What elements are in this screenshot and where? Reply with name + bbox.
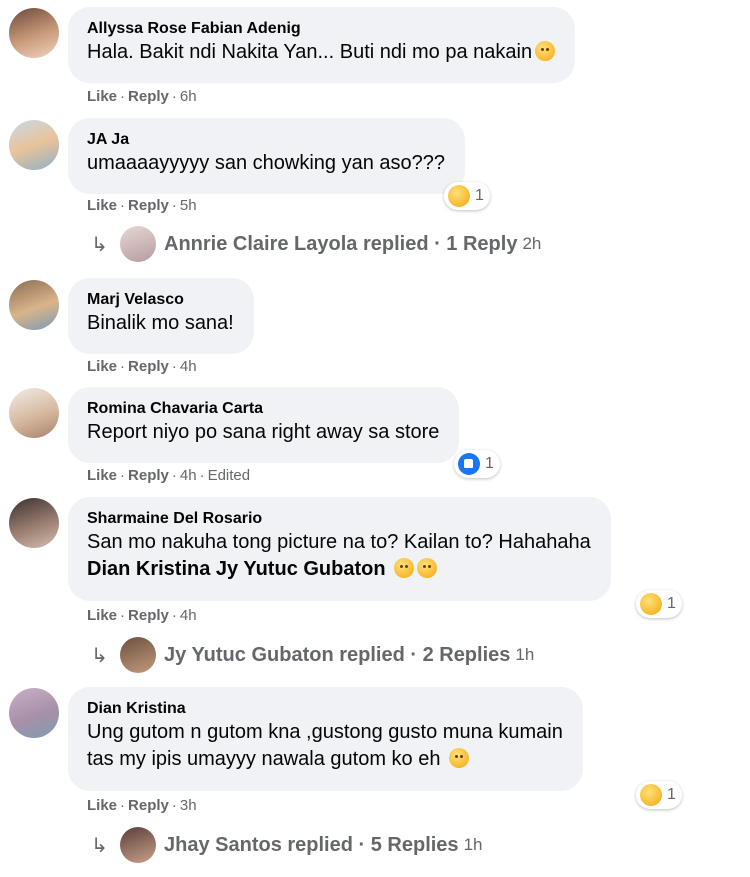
- comment-text: Report niyo po sana right away sa store: [87, 421, 440, 443]
- avatar[interactable]: [9, 8, 59, 58]
- sad-reaction-icon: [448, 185, 470, 207]
- comment-text: Hala. Bakit ndi Nakita Yan... Buti ndi m…: [87, 39, 556, 66]
- replies-time: 2h: [522, 234, 542, 253]
- comment-actions: Like · Reply · 4h: [87, 607, 197, 624]
- replies-label: Jy Yutuc Gubaton replied · 2 Replies: [164, 643, 511, 666]
- comment-actions: Like · Reply · 4h · Edited: [87, 467, 251, 484]
- replies-label: Annrie Claire Layola replied · 1 Reply: [164, 232, 518, 255]
- reaction-count[interactable]: 1: [454, 450, 500, 478]
- comment-text: Binalik mo sana!: [87, 312, 234, 334]
- view-replies-link[interactable]: ↳ Annrie Claire Layola replied · 1 Reply…: [91, 226, 541, 262]
- comment-actions: Like · Reply · 3h: [87, 797, 197, 814]
- comment-bubble: Sharmaine Del Rosario San mo nakuha tong…: [68, 497, 611, 601]
- view-replies-link[interactable]: ↳ Jhay Santos replied · 5 Replies 1h: [91, 827, 482, 863]
- reply-button[interactable]: Reply: [128, 197, 169, 214]
- replier-avatar: [120, 637, 156, 673]
- comment-text: San mo nakuha tong picture na to? Kailan…: [87, 531, 591, 553]
- avatar[interactable]: [9, 388, 59, 438]
- comment-text: Ung gutom n gutom kna ,gustong gusto mun…: [87, 721, 563, 743]
- sad-face-emoji-icon: [535, 41, 556, 61]
- replier-avatar: [120, 827, 156, 863]
- avatar[interactable]: [9, 280, 59, 330]
- commenter-name[interactable]: Dian Kristina: [87, 699, 563, 719]
- like-reaction-icon: [458, 453, 480, 475]
- commenter-name[interactable]: JA Ja: [87, 130, 445, 150]
- replies-label: Jhay Santos replied · 5 Replies: [164, 833, 459, 856]
- reply-arrow-icon: ↳: [91, 834, 108, 857]
- comment-text-line2: tas my ipis umayyy nawala gutom ko eh: [87, 746, 563, 773]
- haha-reaction-icon: [640, 593, 662, 615]
- sad-face-emoji-icon: [449, 748, 470, 768]
- replies-time: 1h: [463, 835, 483, 854]
- like-button[interactable]: Like: [87, 358, 117, 375]
- reaction-count-value: 1: [667, 786, 676, 803]
- comment-bubble: Dian Kristina Ung gutom n gutom kna ,gus…: [68, 687, 583, 791]
- commenter-name[interactable]: Sharmaine Del Rosario: [87, 509, 591, 529]
- reaction-count[interactable]: 1: [636, 781, 682, 809]
- comment-text-line2: Dian Kristina Jy Yutuc Gubaton: [87, 556, 591, 583]
- comment-bubble: Romina Chavaria Carta Report niyo po san…: [68, 387, 460, 463]
- comment-text-body: Hala. Bakit ndi Nakita Yan... Buti ndi m…: [87, 41, 533, 63]
- rofl-emoji-icon: [394, 558, 415, 578]
- comment-bubble: Allyssa Rose Fabian Adenig Hala. Bakit n…: [68, 7, 576, 83]
- sad-reaction-icon: [640, 784, 662, 806]
- reply-button[interactable]: Reply: [128, 467, 169, 484]
- like-button[interactable]: Like: [87, 467, 117, 484]
- like-button[interactable]: Like: [87, 197, 117, 214]
- replies-time: 1h: [515, 645, 535, 664]
- reply-button[interactable]: Reply: [128, 88, 169, 105]
- comment-bubble: JA Ja umaaaayyyyy san chowking yan aso??…: [68, 118, 465, 194]
- mention-link[interactable]: Dian Kristina Jy Yutuc Gubaton: [87, 558, 386, 580]
- like-button[interactable]: Like: [87, 607, 117, 624]
- commenter-name[interactable]: Romina Chavaria Carta: [87, 399, 439, 419]
- comment-actions: Like · Reply · 5h: [87, 197, 197, 214]
- comment-time[interactable]: 4h: [180, 358, 197, 375]
- comment-time[interactable]: 6h: [180, 88, 197, 105]
- reply-button[interactable]: Reply: [128, 358, 169, 375]
- avatar[interactable]: [9, 498, 59, 548]
- avatar[interactable]: [9, 120, 59, 170]
- reaction-count[interactable]: 1: [636, 590, 682, 618]
- comment-time[interactable]: 4h: [180, 467, 197, 484]
- grin-sweat-emoji-icon: [417, 558, 438, 578]
- reply-arrow-icon: ↳: [91, 644, 108, 667]
- replier-avatar: [120, 226, 156, 262]
- reaction-count-value: 1: [485, 455, 494, 472]
- avatar[interactable]: [9, 688, 59, 738]
- reaction-count-value: 1: [667, 595, 676, 612]
- comment-text-body2: tas my ipis umayyy nawala gutom ko eh: [87, 748, 441, 770]
- reaction-count[interactable]: 1: [444, 182, 490, 210]
- comment-bubble: Marj Velasco Binalik mo sana!: [68, 278, 254, 354]
- comment-time[interactable]: 5h: [180, 197, 197, 214]
- like-button[interactable]: Like: [87, 797, 117, 814]
- comment-actions: Like · Reply · 4h: [87, 358, 197, 375]
- like-button[interactable]: Like: [87, 88, 117, 105]
- comment-text: umaaaayyyyy san chowking yan aso???: [87, 152, 445, 174]
- commenter-name[interactable]: Allyssa Rose Fabian Adenig: [87, 19, 555, 39]
- commenter-name[interactable]: Marj Velasco: [87, 290, 234, 310]
- reply-arrow-icon: ↳: [91, 233, 108, 256]
- edited-label[interactable]: Edited: [208, 467, 251, 484]
- reaction-count-value: 1: [475, 187, 484, 204]
- comment-actions: Like · Reply · 6h: [87, 88, 197, 105]
- view-replies-link[interactable]: ↳ Jy Yutuc Gubaton replied · 2 Replies 1…: [91, 637, 534, 673]
- reply-button[interactable]: Reply: [128, 607, 169, 624]
- reply-button[interactable]: Reply: [128, 797, 169, 814]
- comment-time[interactable]: 3h: [180, 797, 197, 814]
- comment-time[interactable]: 4h: [180, 607, 197, 624]
